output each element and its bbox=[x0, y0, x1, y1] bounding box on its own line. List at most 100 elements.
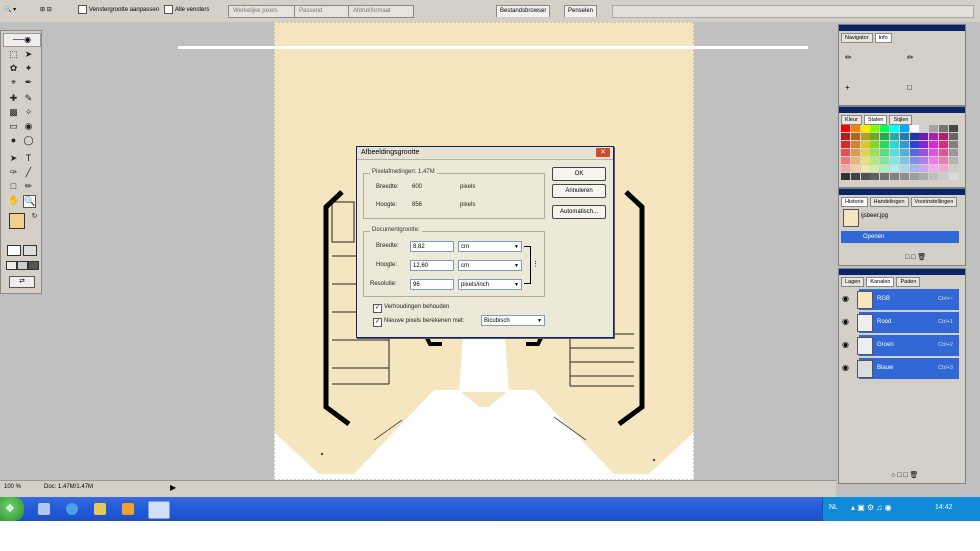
channel-row[interactable]: ◉ Rood Ctrl+1 bbox=[841, 312, 959, 333]
channel-footer-icons[interactable]: ○ □ □ 🗑 bbox=[891, 471, 918, 479]
zoom-in-out-icons[interactable]: ⊞ ⊟ bbox=[40, 5, 52, 16]
swatch[interactable] bbox=[850, 141, 860, 148]
swatch[interactable] bbox=[890, 125, 899, 132]
swatch[interactable] bbox=[860, 157, 870, 164]
blur-tool-icon[interactable]: ● bbox=[8, 135, 19, 146]
show-desktop-icon[interactable] bbox=[38, 503, 50, 515]
swatch[interactable] bbox=[850, 133, 860, 140]
swatch[interactable] bbox=[909, 149, 919, 156]
swatch[interactable] bbox=[909, 157, 919, 164]
quickmask-mode-icon[interactable] bbox=[23, 245, 37, 256]
swatch[interactable] bbox=[919, 149, 929, 156]
checkbox-icon[interactable] bbox=[78, 5, 87, 14]
slice-tool-icon[interactable]: ✒ bbox=[23, 77, 34, 88]
swatch[interactable] bbox=[919, 125, 929, 132]
magic-wand-tool-icon[interactable]: ✦ bbox=[23, 63, 34, 74]
swatch[interactable] bbox=[850, 125, 860, 132]
swatch[interactable] bbox=[899, 157, 909, 164]
swatch[interactable] bbox=[948, 125, 958, 132]
resize-windows-checkbox[interactable]: Venstergrootte aanpassen bbox=[78, 5, 159, 16]
swatch[interactable] bbox=[870, 141, 880, 148]
swatch[interactable] bbox=[850, 149, 860, 156]
resample-method-select[interactable]: Bicubisch ▼ bbox=[481, 315, 545, 326]
swatch[interactable] bbox=[909, 165, 919, 172]
zoom-tool-icon[interactable]: 🔍 ▾ bbox=[4, 5, 16, 16]
swatch[interactable] bbox=[890, 133, 899, 140]
swatch[interactable] bbox=[919, 141, 929, 148]
tab-navigator[interactable]: Navigator bbox=[841, 33, 873, 43]
swatch[interactable] bbox=[909, 141, 919, 148]
folder-icon[interactable] bbox=[94, 503, 106, 515]
eye-icon[interactable]: ◉ bbox=[842, 295, 849, 303]
tab-brushes[interactable]: Penselen bbox=[564, 5, 598, 17]
swatch[interactable] bbox=[841, 173, 850, 180]
doc-width-unit-select[interactable]: cm ▼ bbox=[458, 241, 522, 252]
swatch[interactable] bbox=[939, 165, 948, 172]
healing-brush-tool-icon[interactable]: ✚ bbox=[8, 93, 19, 104]
swatch[interactable] bbox=[870, 133, 880, 140]
cancel-button[interactable]: Annuleren bbox=[552, 184, 606, 198]
eyedropper-tool-icon[interactable]: ✏ bbox=[23, 181, 34, 192]
fit-screen-button[interactable]: Passend bbox=[294, 5, 354, 18]
swatch[interactable] bbox=[899, 133, 909, 140]
crop-tool-icon[interactable]: ⌖ bbox=[8, 77, 19, 88]
swatch[interactable] bbox=[870, 173, 880, 180]
zoom-tool-icon[interactable]: 🔍 bbox=[23, 195, 36, 208]
swatch[interactable] bbox=[890, 157, 899, 164]
foreground-color-swatch[interactable] bbox=[9, 213, 25, 229]
toolbox-header-icon[interactable]: ──◉ bbox=[3, 33, 41, 47]
swatch[interactable] bbox=[919, 133, 929, 140]
paint-bucket-tool-icon[interactable]: ◉ bbox=[23, 121, 34, 132]
swatch[interactable] bbox=[880, 133, 890, 140]
swatch[interactable] bbox=[939, 133, 948, 140]
tab-file-browser[interactable]: Bestandsbrowser bbox=[496, 5, 551, 17]
swatch[interactable] bbox=[948, 165, 958, 172]
zoom-level[interactable]: 100 % bbox=[4, 484, 21, 490]
history-step-open[interactable]: Openen bbox=[841, 231, 959, 243]
doc-height-input[interactable]: 12,60 bbox=[410, 260, 454, 271]
lasso-tool-icon[interactable]: ✿ bbox=[8, 63, 19, 74]
swatch[interactable] bbox=[909, 133, 919, 140]
swatch[interactable] bbox=[850, 165, 860, 172]
swatch[interactable] bbox=[899, 141, 909, 148]
swatch[interactable] bbox=[899, 125, 909, 132]
swatch[interactable] bbox=[860, 133, 870, 140]
move-tool-icon[interactable]: ➤ bbox=[23, 49, 34, 60]
tab-tool-presets[interactable]: Voorinstellingen bbox=[910, 197, 958, 207]
print-size-button[interactable]: Afdrukformaat bbox=[348, 5, 414, 18]
swatch[interactable] bbox=[909, 173, 919, 180]
pen-tool-icon[interactable]: ✑ bbox=[8, 167, 19, 178]
brush-tool-icon[interactable]: ✎ bbox=[23, 93, 34, 104]
ok-button[interactable]: OK bbox=[552, 167, 606, 181]
channel-row[interactable]: ◉ Blauw Ctrl+3 bbox=[841, 358, 959, 379]
tab-paths[interactable]: Paden bbox=[896, 277, 921, 287]
swatch[interactable] bbox=[870, 165, 880, 172]
history-snapshot-thumb[interactable] bbox=[843, 209, 859, 227]
swatch[interactable] bbox=[890, 173, 899, 180]
swatch[interactable] bbox=[841, 125, 850, 132]
doc-width-input[interactable]: 8,82 bbox=[410, 241, 454, 252]
swatch[interactable] bbox=[880, 165, 890, 172]
swatch[interactable] bbox=[860, 149, 870, 156]
swatch[interactable] bbox=[939, 125, 948, 132]
eraser-tool-icon[interactable]: ▭ bbox=[8, 121, 19, 132]
swatch[interactable] bbox=[870, 157, 880, 164]
all-windows-checkbox[interactable]: Alle vensters bbox=[164, 5, 209, 16]
swatch[interactable] bbox=[929, 165, 939, 172]
swatch[interactable] bbox=[929, 173, 939, 180]
swatch[interactable] bbox=[939, 149, 948, 156]
swatch[interactable] bbox=[850, 173, 860, 180]
screen-mode-full-icon[interactable] bbox=[28, 261, 39, 270]
swatch[interactable] bbox=[948, 141, 958, 148]
photoshop-task-button[interactable] bbox=[148, 501, 170, 519]
tab-color[interactable]: Kleur bbox=[841, 115, 862, 125]
eye-icon[interactable]: ◉ bbox=[842, 318, 849, 326]
hand-tool-icon[interactable]: ✋ bbox=[8, 195, 19, 206]
constrain-proportions-checkbox[interactable]: ✓ bbox=[373, 304, 382, 313]
swatch[interactable] bbox=[939, 141, 948, 148]
tab-actions[interactable]: Handelingen bbox=[869, 197, 909, 207]
browser-icon[interactable] bbox=[66, 503, 78, 515]
swatch[interactable] bbox=[880, 125, 890, 132]
actual-pixels-button[interactable]: Werkelijke pixels bbox=[228, 5, 300, 18]
line-tool-icon[interactable]: ╱ bbox=[23, 167, 34, 178]
